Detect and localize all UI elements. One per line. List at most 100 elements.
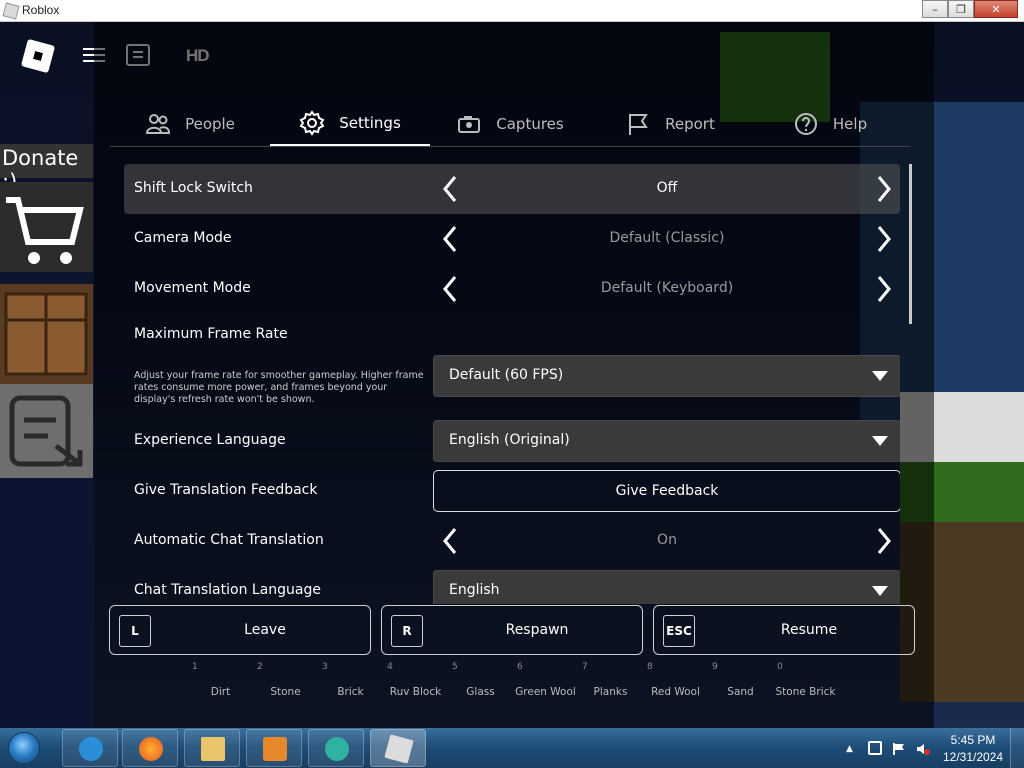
hotbar: 1 Dirt 2 Stone 3 Brick 4 Ruv Block 5 Glass 6 G… xyxy=(188,660,838,726)
setting-description: Adjust your frame rate for smoother game… xyxy=(134,370,424,405)
network-icon[interactable] xyxy=(868,741,882,755)
roblox-menu-logo-icon[interactable] xyxy=(20,38,56,74)
firefox-taskbar-button[interactable] xyxy=(122,729,178,767)
media-player-taskbar-button[interactable] xyxy=(246,729,302,767)
slot-name: Dirt xyxy=(210,686,231,698)
key-hint: L xyxy=(119,615,151,647)
tab-settings[interactable]: Settings xyxy=(270,102,430,146)
windows-taskbar: ▲ 5:45 PM 12/31/2024 xyxy=(0,728,1024,768)
slot-number: 1 xyxy=(192,662,198,672)
setting-label: Experience Language xyxy=(134,432,286,448)
setting-frame-rate[interactable]: Maximum Frame Rate Adjust your frame rat… xyxy=(124,314,900,405)
slot-number: 8 xyxy=(647,662,653,672)
setting-value: Off xyxy=(656,180,678,196)
setting-translation-feedback: Give Translation Feedback Give Feedback xyxy=(124,466,900,516)
roblox-taskbar-button[interactable] xyxy=(370,729,426,767)
show-desktop-button[interactable] xyxy=(1010,728,1024,768)
chevron-left-icon[interactable] xyxy=(440,174,460,204)
game-viewport[interactable]: HD Donate :) People Settings xyxy=(0,22,1024,728)
tab-people[interactable]: People xyxy=(110,102,270,146)
setting-value: Default (Keyboard) xyxy=(600,280,734,296)
change-team-icon[interactable] xyxy=(0,384,93,478)
frame-rate-dropdown[interactable]: Default (60 FPS) xyxy=(433,355,900,397)
hotbar-slot[interactable]: 6 Green Wool xyxy=(513,660,578,720)
settings-list[interactable]: Shift Lock Switch Off Camera Mode Defaul… xyxy=(124,164,900,604)
slot-name: Green Wool xyxy=(515,686,576,698)
minimize-button[interactable]: – xyxy=(922,0,948,18)
give-feedback-button[interactable]: Give Feedback xyxy=(433,470,900,512)
hotbar-slot[interactable]: 2 Stone xyxy=(253,660,318,720)
internet-explorer-icon xyxy=(79,737,103,761)
start-button[interactable] xyxy=(2,728,46,768)
chevron-left-icon[interactable] xyxy=(440,274,460,304)
setting-label: Automatic Chat Translation xyxy=(134,532,324,548)
firefox-icon xyxy=(139,737,163,761)
settings-scrollbar[interactable] xyxy=(909,164,912,324)
donate-label[interactable]: Donate :) xyxy=(0,144,93,194)
tab-settings-label: Settings xyxy=(339,114,401,132)
setting-auto-chat-translation[interactable]: Automatic Chat Translation On xyxy=(124,516,900,566)
caret-down-icon xyxy=(872,586,888,596)
roblox-studio-taskbar-button[interactable] xyxy=(308,729,364,767)
shop-cart-icon[interactable] xyxy=(0,182,93,272)
slot-number: 2 xyxy=(257,662,263,672)
chevron-left-icon[interactable] xyxy=(440,526,460,556)
slot-name: Planks xyxy=(593,686,628,698)
setting-value: Default (Classic) xyxy=(609,230,725,246)
camera-icon xyxy=(458,116,481,133)
chevron-right-icon[interactable] xyxy=(874,274,894,304)
resume-button[interactable]: ESC Resume xyxy=(653,605,915,655)
close-button[interactable]: ✕ xyxy=(974,0,1018,18)
clock-date[interactable]: 12/31/2024 xyxy=(938,750,1008,764)
slot-name: Glass xyxy=(466,686,495,698)
leave-button[interactable]: L Leave xyxy=(109,605,371,655)
window-title: Roblox xyxy=(22,3,60,17)
slot-name: Brick xyxy=(337,686,364,698)
action-center-flag-icon[interactable] xyxy=(892,741,906,755)
tab-captures[interactable]: Captures xyxy=(430,102,590,146)
show-hidden-icons-icon[interactable]: ▲ xyxy=(846,744,853,754)
slot-name: Ruv Block xyxy=(389,686,442,698)
tab-help[interactable]: Help xyxy=(750,102,910,146)
hotbar-slot[interactable]: 5 Glass xyxy=(448,660,513,720)
setting-chat-translation-language[interactable]: Chat Translation Language English xyxy=(124,566,900,604)
chat-translation-language-dropdown[interactable]: English xyxy=(433,570,900,604)
tab-captures-label: Captures xyxy=(496,115,564,133)
key-hint: ESC xyxy=(663,615,695,647)
setting-label: Shift Lock Switch xyxy=(134,180,253,196)
dropdown-value: English xyxy=(449,582,500,598)
button-label: Leave xyxy=(244,622,286,638)
setting-value: On xyxy=(657,532,677,548)
gear-icon xyxy=(299,110,325,136)
hotbar-slot[interactable]: 4 Ruv Block xyxy=(383,660,448,720)
crafting-table-icon[interactable] xyxy=(0,284,93,384)
setting-movement-mode[interactable]: Movement Mode Default (Keyboard) xyxy=(124,264,900,314)
restore-button[interactable]: ❐ xyxy=(948,0,974,18)
experience-language-dropdown[interactable]: English (Original) xyxy=(433,420,900,462)
setting-experience-language[interactable]: Experience Language English (Original) xyxy=(124,416,900,466)
tab-report[interactable]: Report xyxy=(590,102,750,146)
roblox-icon xyxy=(384,734,414,764)
volume-muted-icon[interactable] xyxy=(916,741,930,755)
hotbar-slot[interactable]: 1 Dirt xyxy=(188,660,253,720)
file-explorer-taskbar-button[interactable] xyxy=(184,729,240,767)
chevron-right-icon[interactable] xyxy=(874,224,894,254)
hotbar-slot[interactable]: 9 Sand xyxy=(708,660,773,720)
button-label: Respawn xyxy=(505,622,569,638)
respawn-button[interactable]: R Respawn xyxy=(381,605,643,655)
internet-explorer-taskbar-button[interactable] xyxy=(62,729,118,767)
chevron-left-icon[interactable] xyxy=(440,224,460,254)
setting-shift-lock[interactable]: Shift Lock Switch Off xyxy=(124,164,900,214)
slot-name: Stone xyxy=(270,686,301,698)
hotbar-slot[interactable]: 0 Stone Brick xyxy=(773,660,838,720)
hotbar-slot[interactable]: 8 Red Wool xyxy=(643,660,708,720)
hotbar-slot[interactable]: 7 Planks xyxy=(578,660,643,720)
chevron-right-icon[interactable] xyxy=(874,526,894,556)
setting-camera-mode[interactable]: Camera Mode Default (Classic) xyxy=(124,214,900,264)
caret-down-icon xyxy=(872,371,888,381)
caret-down-icon xyxy=(872,436,888,446)
hotbar-slot[interactable]: 3 Brick xyxy=(318,660,383,720)
people-icon xyxy=(146,114,171,134)
chevron-right-icon[interactable] xyxy=(874,174,894,204)
clock-time[interactable]: 5:45 PM xyxy=(943,733,1003,747)
